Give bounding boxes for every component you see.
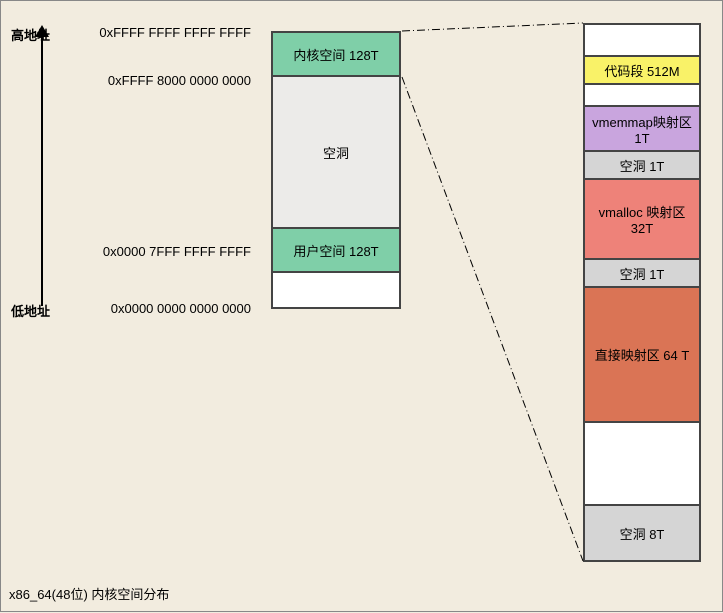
seg-hole: 空洞: [272, 76, 400, 228]
seg-blank-below-code: [584, 84, 700, 106]
connector-top: [402, 23, 583, 31]
high-address-label: 高地址: [11, 25, 50, 44]
connector-bottom: [402, 77, 583, 561]
address-1: 0xFFFF FFFF FFFF FFFF: [91, 25, 251, 40]
seg-hole-8t: 空洞 8T: [584, 505, 700, 561]
address-axis-line: [41, 31, 43, 306]
seg-code: 代码段 512M: [584, 56, 700, 84]
seg-user-space: 用户空间 128T: [272, 228, 400, 272]
address-3: 0x0000 7FFF FFFF FFFF: [91, 244, 251, 259]
seg-kernel-top-blank: [584, 24, 700, 56]
address-2: 0xFFFF 8000 0000 0000: [91, 73, 251, 88]
seg-vmemmap: vmemmap映射区 1T: [584, 106, 700, 151]
address-4: 0x0000 0000 0000 0000: [91, 301, 251, 316]
seg-vmalloc: vmalloc 映射区 32T: [584, 179, 700, 259]
seg-kernel-space: 内核空间 128T: [272, 32, 400, 76]
seg-lower-blank: [584, 422, 700, 505]
address-space-column: 内核空间 128T 空洞 用户空间 128T: [271, 31, 401, 309]
kernel-detail-column: 代码段 512M vmemmap映射区 1T 空洞 1T vmalloc 映射区…: [583, 23, 701, 562]
seg-hole-1t-b: 空洞 1T: [584, 259, 700, 287]
diagram-caption: x86_64(48位) 内核空间分布: [9, 584, 169, 603]
seg-direct-map: 直接映射区 64 T: [584, 287, 700, 422]
seg-bottom-blank: [272, 272, 400, 308]
low-address-label: 低地址: [11, 301, 50, 320]
seg-hole-1t-a: 空洞 1T: [584, 151, 700, 179]
